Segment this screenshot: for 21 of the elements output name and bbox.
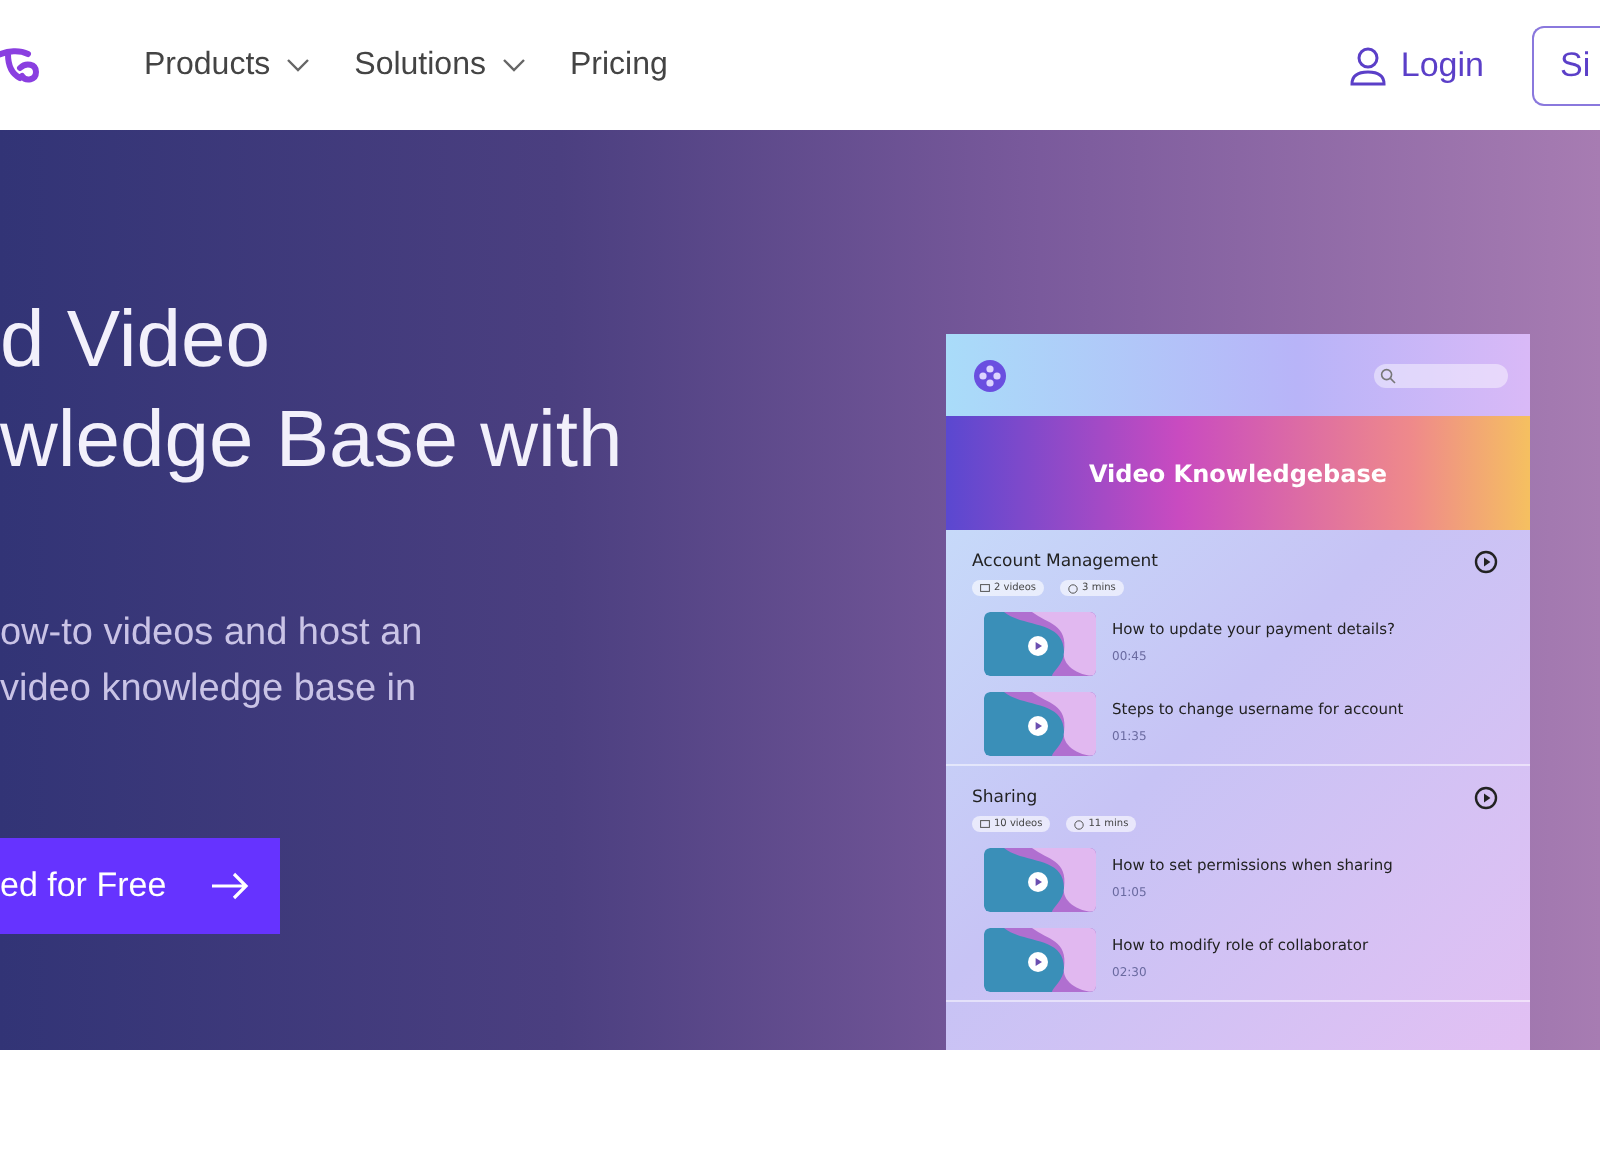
video-thumbnail[interactable] [984,612,1096,676]
arrow-right-icon [210,872,251,900]
nav-link[interactable]: Solutions [354,47,526,83]
search-icon [1380,367,1396,383]
play-icon[interactable] [1474,550,1498,574]
user-icon [1348,45,1389,85]
nav-link[interactable]: Pricing [569,47,668,83]
section-title: Sharing [972,788,1038,808]
logo-icon [974,359,1006,391]
signup-button[interactable]: Si [1532,25,1600,105]
video-thumbnail[interactable] [984,692,1096,756]
video-thumbnail[interactable] [984,848,1096,912]
banner-title: Video Knowledgebase [946,416,1530,530]
login-link[interactable]: Login [1400,45,1484,85]
nav-link[interactable]: Products [144,47,311,83]
search-field[interactable] [1374,363,1508,387]
get-started-button[interactable]: ed for Free [0,838,280,934]
video-thumbnail[interactable] [984,928,1096,992]
section-title: Account Management [972,552,1159,572]
hero-subtitle: ow-to videos and host an video knowledge base in [0,610,425,714]
play-icon[interactable] [1474,786,1498,810]
